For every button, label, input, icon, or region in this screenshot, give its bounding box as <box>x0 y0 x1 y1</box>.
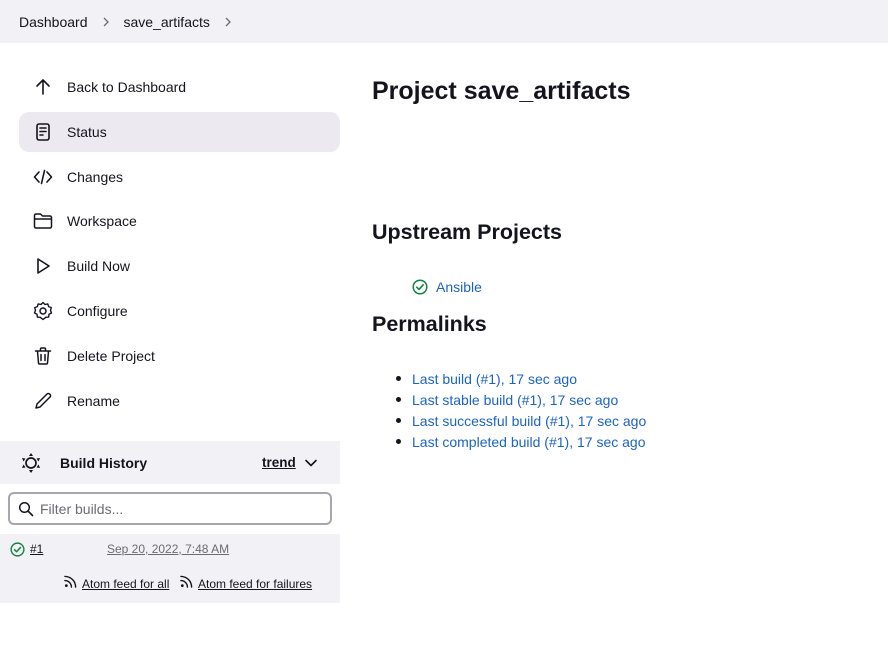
atom-feed-all-label: Atom feed for all <box>82 577 170 591</box>
upstream-projects-heading: Upstream Projects <box>372 220 562 244</box>
code-icon <box>32 166 54 188</box>
permalink-last-build[interactable]: Last build (#1), 17 sec ago <box>412 371 577 387</box>
build-history-title: Build History <box>60 454 148 471</box>
breadcrumb-dashboard[interactable]: Dashboard <box>19 14 88 30</box>
build-history-icon <box>19 451 43 475</box>
document-icon <box>32 121 54 143</box>
build-history-header: Build History trend <box>0 441 340 484</box>
permalink-last-completed-build[interactable]: Last completed build (#1), 17 sec ago <box>412 434 645 450</box>
success-check-icon <box>10 542 25 557</box>
chevron-right-icon <box>88 17 124 27</box>
trash-icon <box>32 345 54 367</box>
sidebar-item-back-to-dashboard[interactable]: Back to Dashboard <box>19 67 340 107</box>
sidebar-item-changes[interactable]: Changes <box>19 157 340 197</box>
permalinks-list: Last build (#1), 17 sec ago Last stable … <box>396 368 646 452</box>
build-number-link[interactable]: #1 <box>30 542 43 556</box>
sidebar-item-build-now[interactable]: Build Now <box>19 246 340 286</box>
upstream-project-link[interactable]: Ansible <box>436 279 482 295</box>
permalink-last-stable-build[interactable]: Last stable build (#1), 17 sec ago <box>412 392 618 408</box>
chevron-right-icon[interactable] <box>210 17 246 27</box>
atom-feed-all-link[interactable]: Atom feed for all <box>64 575 170 591</box>
build-row: #1 Sep 20, 2022, 7:48 AM <box>0 534 340 565</box>
build-feeds: Atom feed for all Atom feed for failures <box>0 565 340 603</box>
sidebar-item-label: Back to Dashboard <box>67 79 187 95</box>
sidebar-item-rename[interactable]: Rename <box>19 381 340 421</box>
folder-icon <box>32 210 54 232</box>
sidebar-item-label: Changes <box>67 168 124 185</box>
atom-feed-failures-link[interactable]: Atom feed for failures <box>180 575 313 591</box>
sidebar-item-label: Status <box>67 123 107 140</box>
bullet <box>396 397 401 402</box>
arrow-up-icon <box>32 76 54 98</box>
rss-icon <box>180 575 193 588</box>
sidebar-item-configure[interactable]: Configure <box>19 291 340 331</box>
filter-builds-input[interactable] <box>40 500 310 517</box>
sidebar-item-workspace[interactable]: Workspace <box>19 201 340 241</box>
sidebar-item-delete-project[interactable]: Delete Project <box>19 336 340 376</box>
permalink-last-successful-build[interactable]: Last successful build (#1), 17 sec ago <box>412 413 646 429</box>
upstream-project-item: Ansible <box>412 279 482 295</box>
bullet <box>396 418 401 423</box>
filter-builds-field[interactable] <box>8 492 332 525</box>
gear-icon <box>32 300 54 322</box>
play-icon <box>32 255 54 277</box>
sidebar-item-label: Configure <box>67 302 128 319</box>
build-time-link[interactable]: Sep 20, 2022, 7:48 AM <box>107 542 229 556</box>
atom-feed-failures-label: Atom feed for failures <box>198 577 313 591</box>
search-icon <box>18 501 34 516</box>
chevron-down-icon[interactable] <box>304 456 318 470</box>
sidebar-item-label: Workspace <box>67 213 137 230</box>
success-check-icon <box>412 279 428 295</box>
bullet <box>396 439 401 444</box>
page-title: Project save_artifacts <box>372 77 631 105</box>
pencil-icon <box>32 390 54 412</box>
sidebar-item-label: Delete Project <box>67 347 155 364</box>
permalinks-heading: Permalinks <box>372 312 487 336</box>
list-item: Last completed build (#1), 17 sec ago <box>396 431 646 452</box>
rss-icon <box>64 575 77 588</box>
list-item: Last successful build (#1), 17 sec ago <box>396 410 646 431</box>
list-item: Last build (#1), 17 sec ago <box>396 368 646 389</box>
bullet <box>396 376 401 381</box>
side-panel-tasks: Back to Dashboard Status Changes Workspa… <box>19 67 340 425</box>
breadcrumb: Dashboard save_artifacts <box>0 0 888 43</box>
breadcrumb-save-artifacts[interactable]: save_artifacts <box>124 14 210 30</box>
trend-link[interactable]: trend <box>262 455 296 470</box>
sidebar-item-label: Build Now <box>67 258 131 275</box>
sidebar-item-label: Rename <box>67 392 120 409</box>
sidebar-item-status[interactable]: Status <box>19 111 340 152</box>
list-item: Last stable build (#1), 17 sec ago <box>396 389 646 410</box>
